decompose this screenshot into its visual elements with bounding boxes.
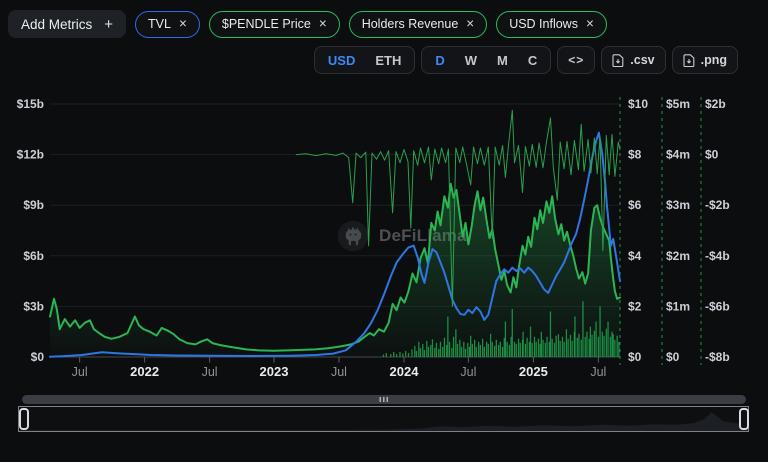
svg-text:Jul: Jul — [72, 365, 88, 379]
watermark-text: DeFiLlama — [379, 226, 467, 246]
defillama-chart-panel: Add Metrics + TVL×$PENDLE Price×Holders … — [0, 0, 768, 462]
axis-separators — [620, 97, 701, 365]
metric-pill-label: Holders Revenue — [362, 17, 459, 31]
svg-text:Jul: Jul — [590, 365, 606, 379]
svg-text:Jul: Jul — [331, 365, 347, 379]
currency-option-eth[interactable]: ETH — [365, 47, 411, 73]
revenue-axis-labels: $5m $4m $3m $2m $1m $0 — [666, 97, 690, 364]
metric-pill-label: USD Inflows — [509, 17, 578, 31]
defillama-llama-icon — [336, 219, 370, 253]
export-button-label: .csv — [630, 53, 654, 67]
remove-metric-icon[interactable]: × — [319, 17, 327, 31]
svg-text:$2: $2 — [628, 299, 642, 313]
svg-text:$8: $8 — [628, 148, 642, 162]
price-axis-labels: $10 $8 $6 $4 $2 $0 — [628, 97, 648, 364]
tvl-axis-labels: $15b $12b $9b $6b $3b $0 — [17, 97, 45, 364]
metric-pill-holders-revenue[interactable]: Holders Revenue × — [349, 11, 487, 38]
svg-text:$0: $0 — [705, 148, 719, 162]
chart-scrollbar[interactable] — [22, 395, 746, 404]
svg-text:$12b: $12b — [17, 148, 44, 162]
time-range-brush[interactable] — [18, 406, 749, 432]
export-button-label: .png — [701, 53, 727, 67]
brush-handle-right[interactable] — [739, 408, 749, 430]
svg-text:2024: 2024 — [390, 364, 420, 379]
plus-icon: + — [104, 16, 113, 33]
svg-text:-$4b: -$4b — [705, 249, 730, 263]
defillama-watermark: DeFiLlama — [336, 219, 467, 253]
x-axis-labels: Jul 2022 Jul 2023 Jul 2024 Jul 2025 Jul — [72, 357, 607, 379]
file-download-icon — [612, 54, 624, 67]
metric-pill-pendle-price[interactable]: $PENDLE Price × — [209, 11, 340, 38]
svg-text:$9b: $9b — [23, 198, 44, 212]
series-line-usd-inflows — [296, 110, 620, 306]
svg-text:2025: 2025 — [519, 364, 548, 379]
svg-text:-$6b: -$6b — [705, 299, 730, 313]
brush-minimap — [19, 407, 748, 431]
svg-text:$2b: $2b — [705, 97, 726, 111]
remove-metric-icon[interactable]: × — [179, 17, 187, 31]
svg-text:$6b: $6b — [23, 249, 44, 263]
embed-code-button[interactable]: <> — [557, 46, 595, 74]
metrics-row: Add Metrics + TVL×$PENDLE Price×Holders … — [8, 10, 607, 38]
svg-text:$3b: $3b — [23, 299, 44, 313]
add-metrics-button[interactable]: Add Metrics + — [8, 10, 126, 38]
svg-text:$0: $0 — [628, 350, 642, 364]
currency-option-usd[interactable]: USD — [318, 47, 365, 73]
svg-text:-$2b: -$2b — [705, 198, 730, 212]
series-line-tvl — [50, 133, 620, 357]
minimap-area — [19, 412, 748, 431]
metric-pill-label: TVL — [148, 17, 171, 31]
export-csv-button[interactable]: .csv — [601, 46, 665, 74]
metric-pill-tvl[interactable]: TVL × — [135, 11, 200, 38]
chart-toolbar: USDETH DWMC <> .csv .png — [314, 46, 738, 74]
svg-text:$5m: $5m — [666, 97, 690, 111]
series-area-pendle-price — [50, 184, 620, 357]
interval-option-m[interactable]: M — [487, 47, 518, 73]
inflows-axis-labels: $2b $0 -$2b -$4b -$6b -$8b — [705, 97, 730, 364]
series-line-pendle-price — [50, 184, 620, 351]
svg-text:2022: 2022 — [130, 364, 159, 379]
svg-text:$10: $10 — [628, 97, 648, 111]
metric-pill-usd-inflows[interactable]: USD Inflows × — [496, 11, 607, 38]
gridlines — [50, 104, 620, 357]
svg-text:Jul: Jul — [202, 365, 218, 379]
svg-text:$0: $0 — [31, 350, 45, 364]
brush-handle-left[interactable] — [19, 408, 29, 430]
add-metrics-label: Add Metrics — [21, 17, 92, 32]
svg-text:$3m: $3m — [666, 198, 690, 212]
svg-text:Jul: Jul — [460, 365, 476, 379]
currency-toggle-group: USDETH — [314, 46, 415, 74]
interval-option-w[interactable]: W — [455, 47, 487, 73]
svg-text:$1m: $1m — [666, 299, 690, 313]
svg-text:$0: $0 — [666, 350, 680, 364]
series-bars-holders-revenue — [383, 301, 618, 357]
metric-pill-label: $PENDLE Price — [222, 17, 311, 31]
interval-toggle-group: DWMC — [421, 46, 551, 74]
scrollbar-grip-icon[interactable] — [380, 397, 389, 402]
export-buttons: .csv .png — [601, 46, 738, 74]
remove-metric-icon[interactable]: × — [586, 17, 594, 31]
file-download-icon — [683, 54, 695, 67]
remove-metric-icon[interactable]: × — [466, 17, 474, 31]
code-icon: <> — [568, 53, 584, 67]
svg-text:$4: $4 — [628, 249, 642, 263]
svg-text:-$8b: -$8b — [705, 350, 730, 364]
export-png-button[interactable]: .png — [672, 46, 738, 74]
interval-option-d[interactable]: D — [425, 47, 454, 73]
svg-text:$4m: $4m — [666, 148, 690, 162]
svg-text:$15b: $15b — [17, 97, 44, 111]
svg-text:$2m: $2m — [666, 249, 690, 263]
metric-pills: TVL×$PENDLE Price×Holders Revenue×USD In… — [135, 11, 607, 38]
interval-option-c[interactable]: C — [518, 47, 547, 73]
svg-text:2023: 2023 — [260, 364, 289, 379]
svg-text:$6: $6 — [628, 198, 642, 212]
